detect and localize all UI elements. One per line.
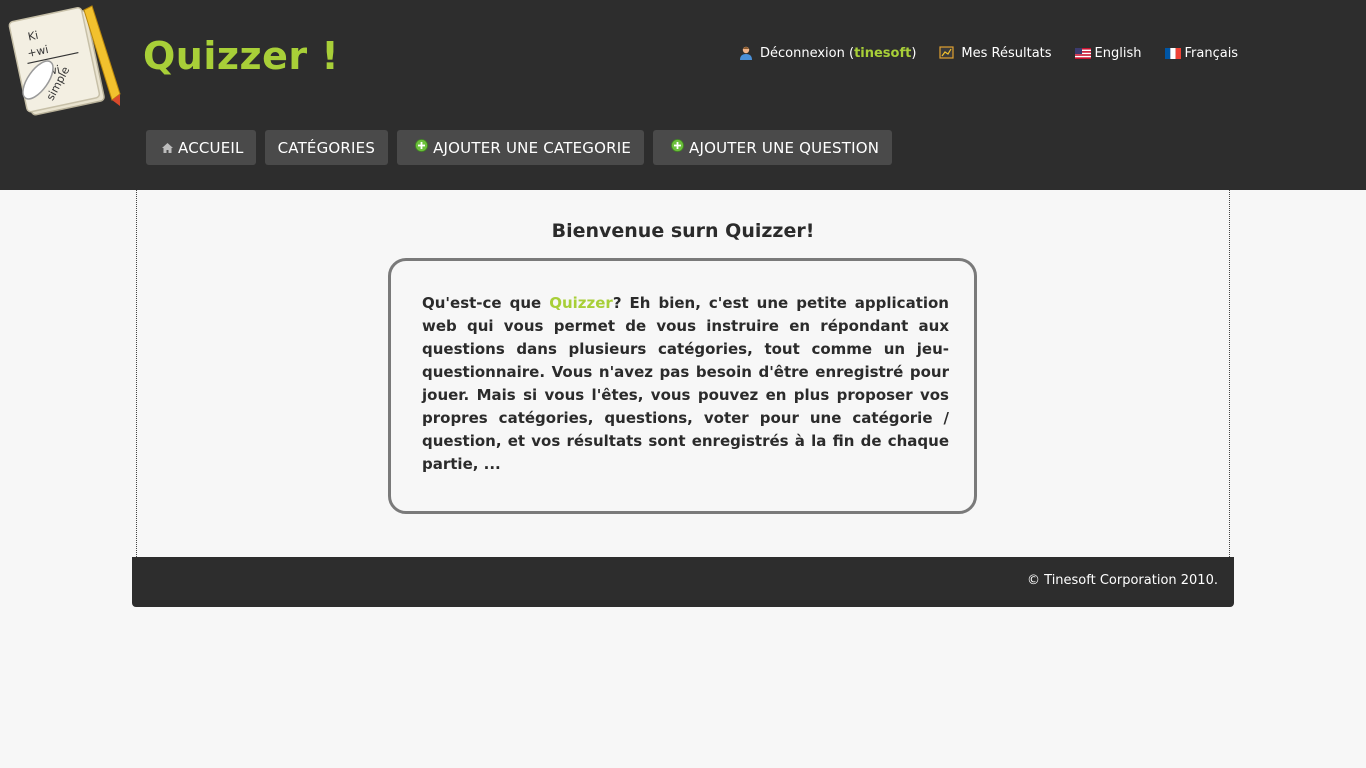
intro-brand: Quizzer (549, 294, 613, 312)
plus-circle-icon (671, 139, 684, 152)
user-icon (740, 46, 752, 60)
english-label: English (1094, 45, 1142, 61)
top-links: Déconnexion (tinesoft) Mes Résultats Eng… (738, 43, 1261, 63)
nav-home-label: ACCUEIL (178, 138, 244, 157)
us-flag-icon (1074, 47, 1091, 59)
nav-categories-button[interactable]: CATÉGORIES (264, 130, 389, 165)
copyright: © Tinesoft Corporation 2010. (1027, 573, 1218, 588)
header: Ki +wi Kiwi simple Quizzer ! Déconnexion… (0, 0, 1366, 190)
nav-add-question-button[interactable]: AJOUTER UNE QUESTION (653, 130, 893, 165)
home-icon (162, 142, 173, 153)
nav-add-category-button[interactable]: AJOUTER UNE CATEGORIE (397, 130, 645, 165)
results-label: Mes Résultats (961, 45, 1052, 61)
logout-link[interactable]: Déconnexion (tinesoft) (738, 46, 916, 61)
main-content: Bienvenue surn Quizzer! Qu'est-ce que Qu… (136, 190, 1230, 557)
main-nav: ACCUEIL CATÉGORIES AJOUTER UNE CATEGORIE… (146, 130, 901, 165)
logout-close: ) (911, 45, 917, 61)
results-link[interactable]: Mes Résultats (939, 45, 1052, 61)
username: tinesoft (854, 45, 912, 61)
logo[interactable]: Ki +wi Kiwi simple (8, 2, 126, 120)
nav-add-category-label: AJOUTER UNE CATEGORIE (433, 138, 632, 157)
english-link[interactable]: English (1074, 45, 1142, 61)
nav-home-button[interactable]: ACCUEIL (146, 130, 256, 165)
intro-prefix: Qu'est-ce que (422, 294, 550, 312)
french-label: Français (1184, 45, 1239, 61)
french-link[interactable]: Français (1164, 45, 1239, 61)
site-title[interactable]: Quizzer ! (143, 34, 339, 78)
fr-flag-icon (1164, 47, 1181, 59)
logout-label: Déconnexion ( (760, 45, 855, 61)
welcome-title: Bienvenue surn Quizzer! (551, 220, 815, 242)
plus-circle-icon (415, 139, 428, 152)
intro-paragraph: Qu'est-ce que Quizzer? Eh bien, c'est un… (422, 292, 949, 476)
intro-box: Qu'est-ce que Quizzer? Eh bien, c'est un… (388, 258, 977, 514)
nav-categories-label: CATÉGORIES (277, 138, 376, 157)
nav-add-question-label: AJOUTER UNE QUESTION (689, 138, 880, 157)
intro-text: ? Eh bien, c'est une petite application … (422, 294, 949, 473)
footer: © Tinesoft Corporation 2010. (132, 557, 1234, 607)
chart-icon (939, 46, 955, 59)
